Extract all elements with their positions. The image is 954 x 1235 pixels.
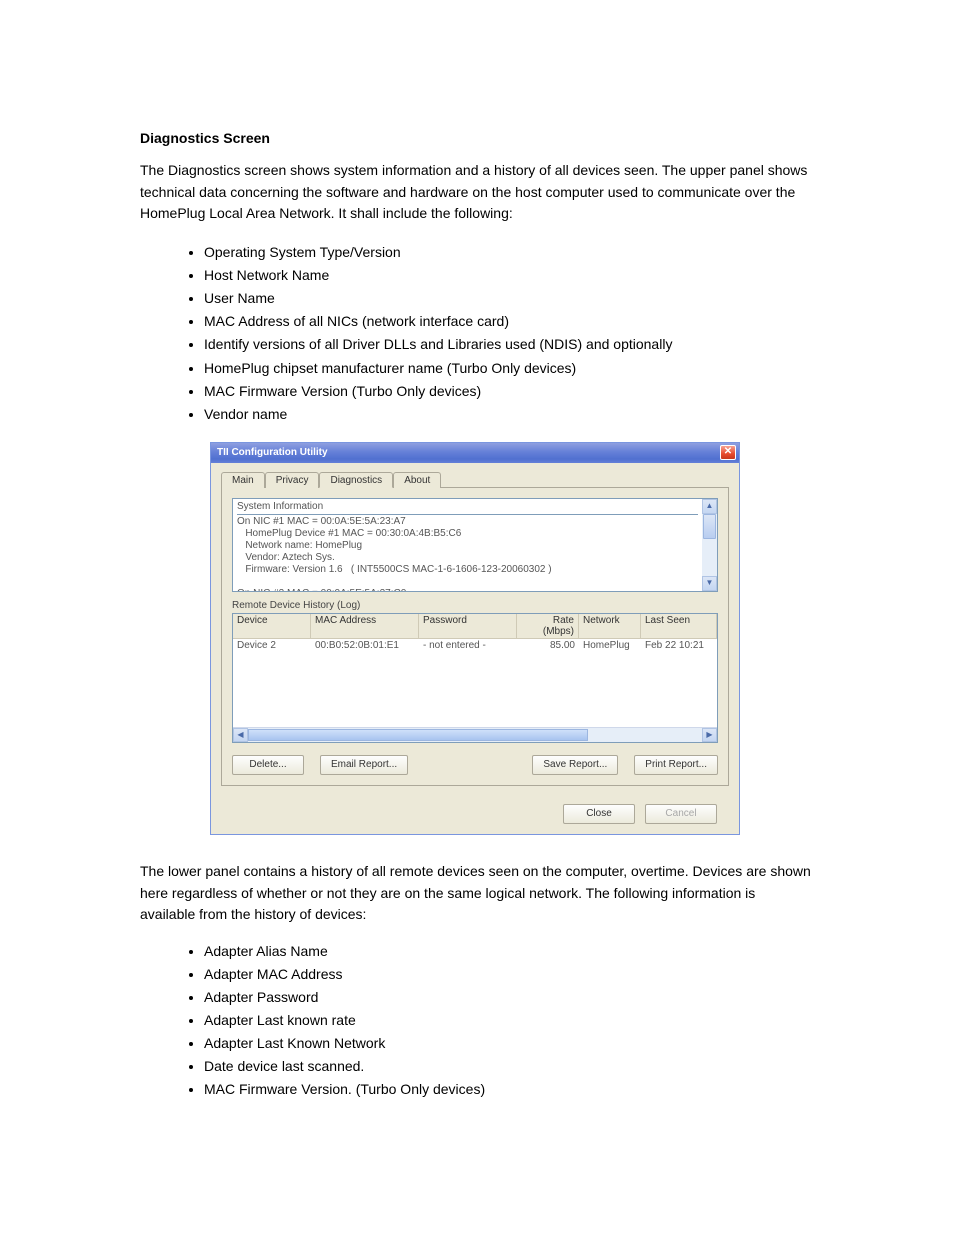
close-icon[interactable]: ✕ (720, 445, 736, 460)
section-title: Diagnostics Screen (140, 130, 814, 146)
scroll-thumb[interactable] (703, 514, 716, 539)
list-item: HomePlug chipset manufacturer name (Turb… (204, 357, 814, 380)
list-item: Host Network Name (204, 264, 814, 287)
tab-about[interactable]: About (393, 472, 441, 488)
email-report-button[interactable]: Email Report... (320, 755, 408, 775)
horizontal-scrollbar[interactable]: ◀ ▶ (233, 727, 717, 742)
col-mac-header[interactable]: MAC Address (311, 614, 419, 639)
grid-body: Device 2 00:B0:52:0B:01:E1 - not entered… (233, 639, 717, 727)
delete-button[interactable]: Delete... (232, 755, 304, 775)
scroll-down-icon[interactable]: ▼ (702, 576, 717, 591)
cell-password: - not entered - (419, 639, 517, 652)
list-item: Adapter Last known rate (204, 1009, 814, 1032)
system-info-body: On NIC #1 MAC = 00:0A:5E:5A:23:A7 HomePl… (237, 516, 552, 591)
grid-header-row: Device MAC Address Password Rate (Mbps) … (233, 614, 717, 639)
upper-bullet-list: Operating System Type/Version Host Netwo… (204, 241, 814, 426)
system-info-header: System Information (237, 501, 698, 515)
scroll-track[interactable] (702, 514, 717, 576)
history-grid: Device MAC Address Password Rate (Mbps) … (232, 613, 718, 743)
col-rate-header[interactable]: Rate (Mbps) (517, 614, 579, 639)
cell-last-seen: Feb 22 10:21 (641, 639, 717, 652)
window-title: TII Configuration Utility (217, 447, 328, 458)
cell-rate: 85.00 (517, 639, 579, 652)
table-row[interactable]: Device 2 00:B0:52:0B:01:E1 - not entered… (233, 639, 717, 652)
tab-main[interactable]: Main (221, 472, 265, 488)
save-report-button[interactable]: Save Report... (532, 755, 618, 775)
cell-mac: 00:B0:52:0B:01:E1 (311, 639, 419, 652)
cell-network: HomePlug (579, 639, 641, 652)
list-item: Adapter MAC Address (204, 963, 814, 986)
list-item: MAC Firmware Version (Turbo Only devices… (204, 380, 814, 403)
list-item: Adapter Password (204, 986, 814, 1009)
hscroll-track[interactable] (248, 728, 702, 742)
list-item: MAC Address of all NICs (network interfa… (204, 310, 814, 333)
list-item: Identify versions of all Driver DLLs and… (204, 333, 814, 356)
system-info-text: System InformationOn NIC #1 MAC = 00:0A:… (233, 499, 702, 591)
list-item: Operating System Type/Version (204, 241, 814, 264)
tab-diagnostics[interactable]: Diagnostics (319, 472, 393, 488)
system-info-box: System InformationOn NIC #1 MAC = 00:0A:… (232, 498, 718, 592)
cancel-button: Cancel (645, 804, 717, 824)
hscroll-thumb[interactable] (248, 729, 588, 741)
diagnostics-panel: System InformationOn NIC #1 MAC = 00:0A:… (221, 487, 729, 786)
list-item: Adapter Alias Name (204, 940, 814, 963)
titlebar[interactable]: TII Configuration Utility ✕ (211, 443, 739, 463)
list-item: Vendor name (204, 403, 814, 426)
close-button[interactable]: Close (563, 804, 635, 824)
intro-paragraph: The Diagnostics screen shows system info… (140, 160, 814, 225)
cell-device: Device 2 (233, 639, 311, 652)
scroll-right-icon[interactable]: ▶ (702, 728, 717, 742)
lower-bullet-list: Adapter Alias Name Adapter MAC Address A… (204, 940, 814, 1102)
list-item: MAC Firmware Version. (Turbo Only device… (204, 1078, 814, 1101)
tab-privacy[interactable]: Privacy (265, 472, 320, 488)
col-device-header[interactable]: Device (233, 614, 311, 639)
lower-intro-paragraph: The lower panel contains a history of al… (140, 861, 814, 926)
scroll-left-icon[interactable]: ◀ (233, 728, 248, 742)
log-label: Remote Device History (Log) (232, 600, 718, 611)
list-item: User Name (204, 287, 814, 310)
col-last-seen-header[interactable]: Last Seen (641, 614, 717, 639)
scroll-up-icon[interactable]: ▲ (702, 499, 717, 514)
vertical-scrollbar[interactable]: ▲ ▼ (702, 499, 717, 591)
list-item: Date device last scanned. (204, 1055, 814, 1078)
col-network-header[interactable]: Network (579, 614, 641, 639)
tab-strip: Main Privacy Diagnostics About (221, 471, 729, 487)
print-report-button[interactable]: Print Report... (634, 755, 718, 775)
dialog-window: TII Configuration Utility ✕ Main Privacy… (210, 442, 740, 835)
col-password-header[interactable]: Password (419, 614, 517, 639)
list-item: Adapter Last Known Network (204, 1032, 814, 1055)
